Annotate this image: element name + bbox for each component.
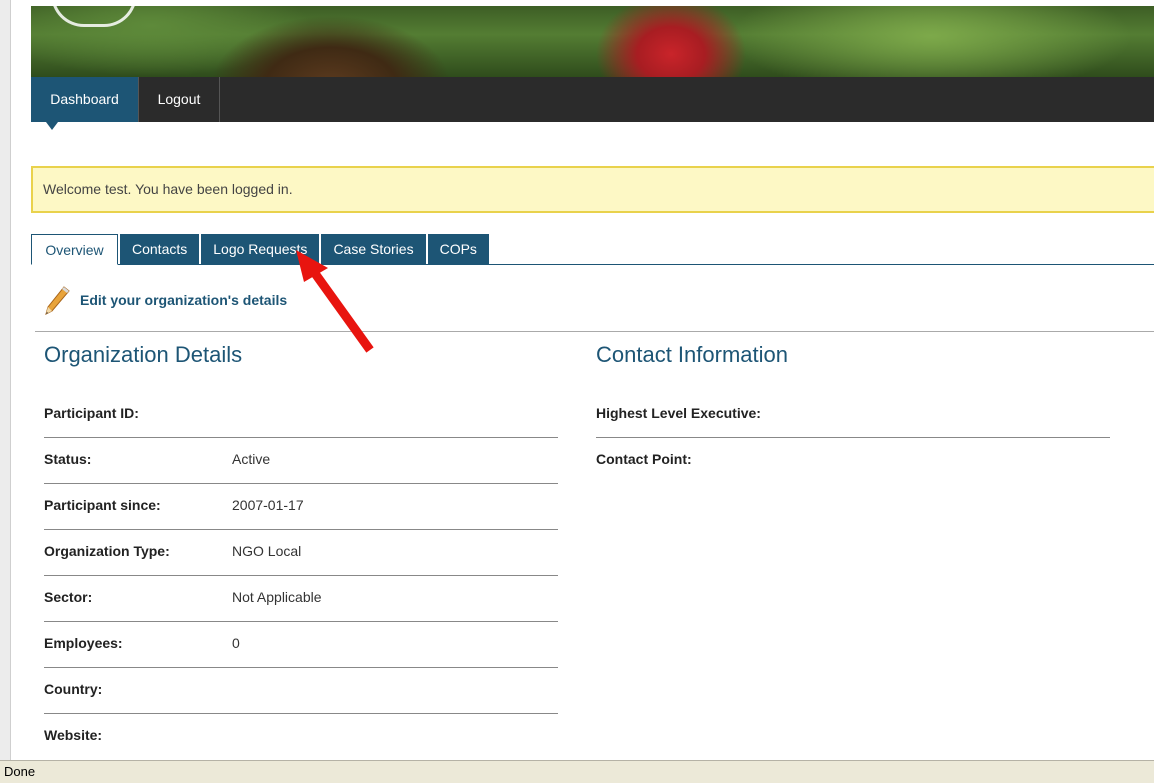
detail-label: Sector: — [44, 589, 93, 605]
header-banner — [31, 6, 1154, 77]
detail-row-employees: Employees: 0 — [44, 622, 558, 668]
tab-cops[interactable]: COPs — [427, 234, 489, 265]
detail-label: Participant ID: — [44, 405, 139, 421]
tab-overview[interactable]: Overview — [31, 234, 118, 265]
active-nav-indicator — [46, 122, 58, 130]
flash-message: Welcome test. You have been logged in. — [31, 166, 1154, 213]
tab-bar: Overview Contacts Logo Requests Case Sto… — [31, 234, 1154, 265]
detail-label: Employees: — [44, 635, 123, 651]
contact-label: Highest Level Executive: — [596, 405, 761, 421]
red-annotation-arrow-icon — [296, 250, 374, 353]
detail-label: Status: — [44, 451, 92, 467]
detail-value: 0 — [232, 635, 240, 651]
pencil-icon — [45, 286, 70, 315]
detail-label: Website: — [44, 727, 103, 743]
detail-value: Not Applicable — [232, 589, 322, 605]
tab-contacts[interactable]: Contacts — [120, 234, 200, 265]
contact-label: Contact Point: — [596, 451, 692, 467]
detail-row-organization-type: Organization Type: NGO Local — [44, 530, 558, 576]
detail-row-participant-id: Participant ID: — [44, 392, 558, 438]
detail-label: Participant since: — [44, 497, 161, 513]
detail-value: 2007-01-17 — [232, 497, 304, 513]
edit-organization-link[interactable]: Edit your organization's details — [44, 285, 287, 315]
un-logo-icon — [51, 6, 137, 27]
contact-row-contact-point: Contact Point: — [596, 438, 1110, 484]
contact-information-heading: Contact Information — [596, 342, 788, 367]
detail-row-status: Status: Active — [44, 438, 558, 484]
detail-row-sector: Sector: Not Applicable — [44, 576, 558, 622]
detail-value: Active — [232, 451, 271, 467]
detail-row-participant-since: Participant since: 2007-01-17 — [44, 484, 558, 530]
nav-dashboard[interactable]: Dashboard — [31, 77, 139, 122]
section-divider — [35, 331, 1154, 332]
nav-logout[interactable]: Logout — [139, 77, 220, 122]
detail-value: NGO Local — [232, 543, 302, 559]
browser-left-edge — [0, 0, 11, 760]
detail-row-country: Country: — [44, 668, 558, 714]
detail-label: Organization Type: — [44, 543, 170, 559]
organization-details-heading: Organization Details — [44, 342, 243, 367]
detail-row-website: Website: — [44, 714, 558, 760]
browser-status-bar: Done — [0, 760, 1154, 783]
edit-organization-label[interactable]: Edit your organization's details — [80, 292, 287, 308]
main-nav: Dashboard Logout — [31, 77, 1154, 122]
contact-row-highest-executive: Highest Level Executive: — [596, 392, 1110, 438]
detail-label: Country: — [44, 681, 103, 697]
